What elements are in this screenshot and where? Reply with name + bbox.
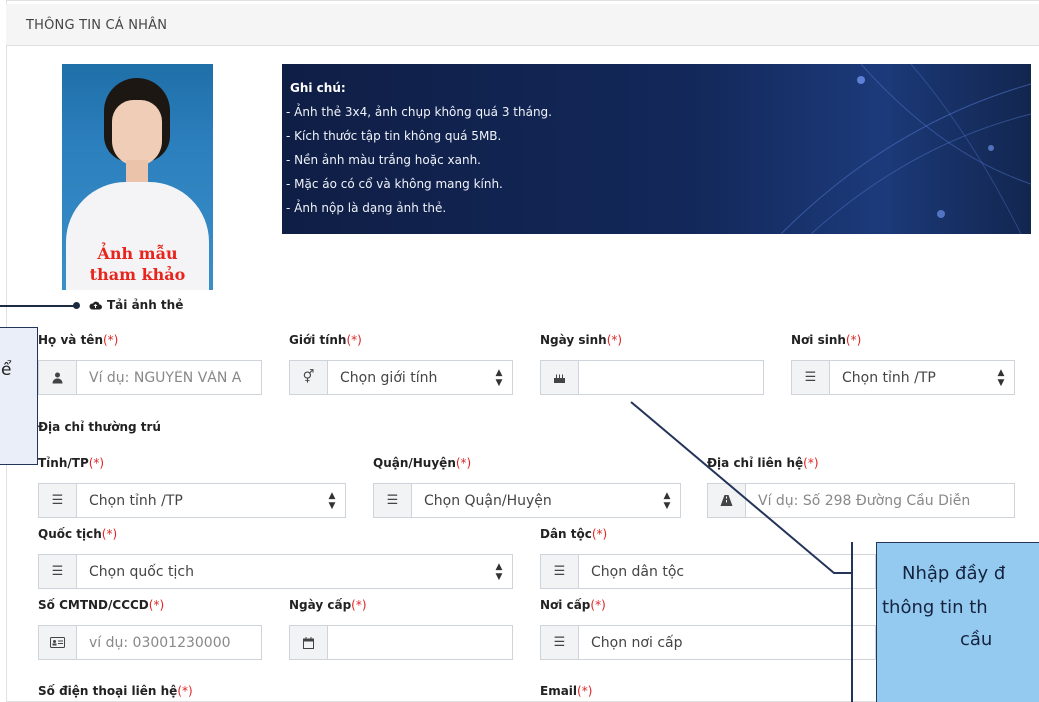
- callout-right: Nhập đầy đ thông tin th cầu: [876, 542, 1039, 702]
- callout-right-line1: Nhập đầy đ: [902, 563, 1006, 584]
- callout-right-line3: cầu: [960, 629, 993, 650]
- callout-bracket: [851, 542, 853, 702]
- callout-right-line2: thông tin th: [882, 597, 988, 618]
